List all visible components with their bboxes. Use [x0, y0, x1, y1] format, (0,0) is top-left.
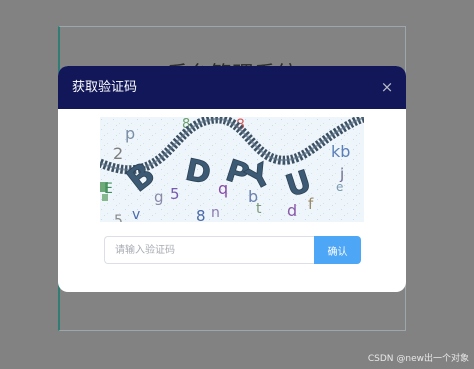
captcha-noise-char: kb	[331, 142, 350, 161]
captcha-image[interactable]: p 8 8 2 kb j e E q g 5 b v 8 n t d f 5 B…	[100, 117, 364, 222]
dialog-title: 获取验证码	[72, 80, 138, 95]
captcha-noise-char: e	[336, 180, 343, 194]
captcha-noise-char: g	[154, 188, 164, 206]
captcha-noise-char: p	[125, 124, 135, 143]
captcha-input[interactable]	[104, 236, 314, 264]
captcha-noise-char: n	[211, 205, 220, 221]
captcha-noise-char: v	[132, 207, 140, 222]
close-button[interactable]: ×	[377, 77, 397, 97]
dialog-header: 获取验证码 ×	[58, 66, 406, 109]
captcha-noise-char: 5	[114, 213, 123, 222]
close-icon: ×	[380, 77, 394, 96]
captcha-noise-char: t	[256, 201, 262, 217]
captcha-noise-char: 8	[196, 207, 206, 222]
captcha-dialog: 获取验证码 × p 8 8 2 kb j e E q g 5 b v 8 n t…	[58, 66, 406, 292]
captcha-noise-char: 2	[113, 144, 123, 163]
captcha-noise-char: E	[104, 181, 113, 197]
captcha-noise-char: 5	[170, 185, 180, 203]
confirm-button[interactable]: 确认	[314, 236, 361, 264]
watermark: CSDN @new出一个对象	[367, 354, 469, 364]
